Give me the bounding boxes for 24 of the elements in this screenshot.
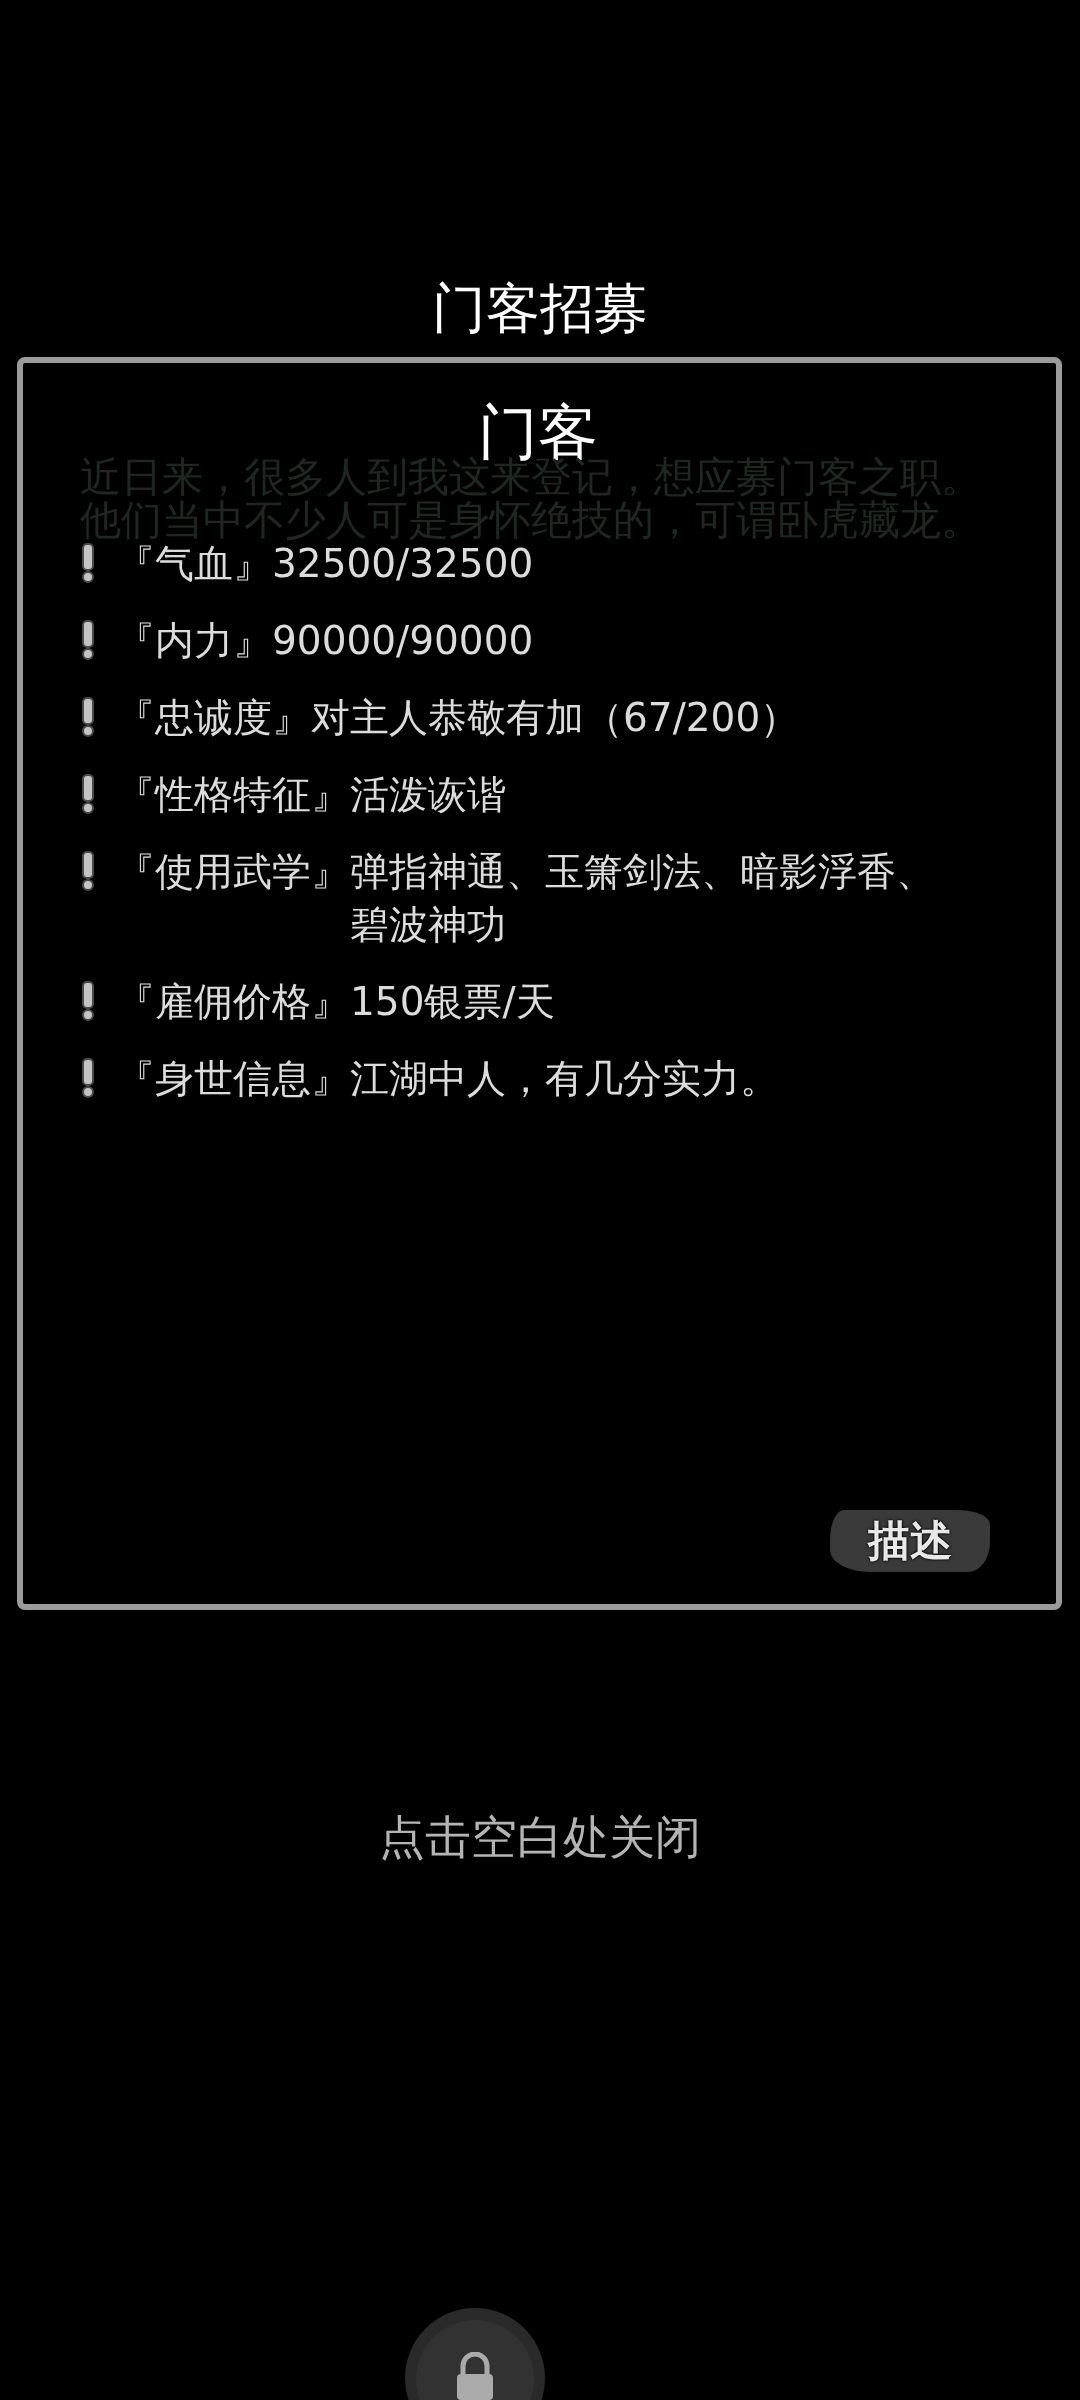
attribute-value: 对主人恭敬有加（67/200） (311, 694, 800, 742)
attribute-value: 90000/90000 (272, 617, 534, 665)
attribute-label: 『雇佣价格』 (116, 978, 350, 1026)
exclamation-icon (80, 774, 96, 814)
exclamation-icon (80, 543, 96, 583)
exclamation-icon (80, 1058, 96, 1098)
describe-button[interactable]: 描述 (830, 1510, 990, 1572)
attribute-value: 活泼诙谐 (350, 771, 506, 819)
screen-title: 门客招募 (432, 276, 648, 341)
exclamation-icon (80, 851, 96, 891)
attribute-label: 『性格特征』 (116, 771, 350, 819)
attribute-label: 『忠诚度』 (116, 694, 311, 742)
exclamation-icon (80, 620, 96, 660)
attribute-value: 150银票/天 (350, 978, 555, 1026)
exclamation-icon (80, 697, 96, 737)
attribute-value: 32500/32500 (272, 541, 534, 588)
attribute-value: 江湖中人，有几分实力。 (350, 1055, 779, 1103)
close-hint: 点击空白处关闭 (379, 1809, 701, 1865)
exclamation-icon (80, 981, 96, 1021)
attribute-label: 『使用武学』 (116, 848, 350, 896)
attribute-label: 『气血』 (116, 540, 272, 588)
attribute-label: 『身世信息』 (116, 1055, 350, 1103)
attribute-label: 『内力』 (116, 617, 272, 665)
attribute-value: 弹指神通、玉箫剑法、暗影浮香、碧波神功 (350, 848, 936, 949)
